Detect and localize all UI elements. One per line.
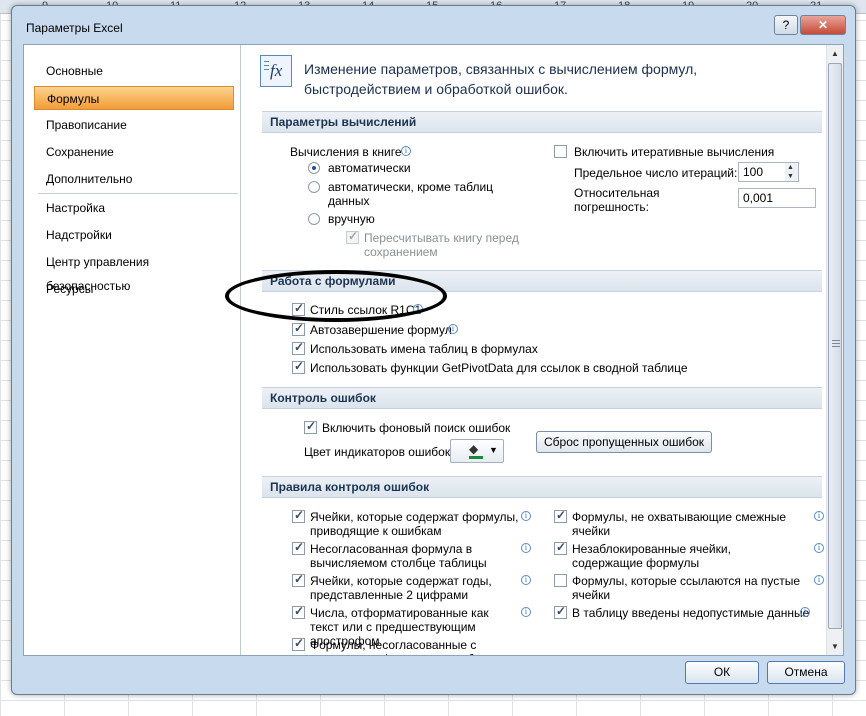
iterative-calc-checkbox[interactable] [554, 145, 567, 158]
background-error-checking-label[interactable]: Включить фоновый поиск ошибок [322, 421, 510, 435]
radio-automatic-label[interactable]: автоматически [328, 161, 411, 175]
radio-automatic-except-tables[interactable] [308, 181, 320, 193]
max-iterations-input[interactable]: 100 [738, 162, 786, 182]
info-icon: i [448, 324, 458, 334]
table-names-checkbox[interactable] [292, 340, 305, 355]
icon-line [264, 65, 269, 66]
annotation-ellipse [225, 270, 447, 322]
fx-glyph: fx [270, 61, 283, 80]
nav-item-addins[interactable]: Надстройки [34, 223, 234, 247]
info-icon: i [521, 543, 531, 553]
spin-up-icon[interactable]: ▲ [787, 164, 794, 171]
recalc-before-save-label[interactable]: Пересчитывать книгу перед сохранением [364, 231, 534, 259]
section-error-checking-rules: Правила контроля ошибок [262, 476, 822, 498]
reset-ignored-errors-button[interactable]: Сброс пропущенных ошибок [536, 431, 712, 453]
paint-bucket-icon: ◆ [469, 442, 479, 456]
scrollbar-thumb[interactable] [828, 63, 842, 629]
info-icon: i [521, 607, 531, 617]
formulas-page: fx Изменение параметров, связанных с выч… [250, 45, 824, 655]
nav-item-proofing[interactable]: Правописание [34, 113, 234, 137]
rule-checkbox[interactable] [554, 540, 567, 555]
rule-label[interactable]: Ячейки, которые содержат формулы, привод… [310, 510, 520, 538]
rule-label[interactable]: Формулы, которые ссылаются на пустые яче… [572, 574, 802, 602]
spin-down-icon[interactable]: ▼ [787, 173, 794, 180]
ok-button[interactable]: ОК [685, 661, 759, 684]
table-names-label[interactable]: Использовать имена таблиц в формулах [310, 342, 538, 356]
autocomplete-checkbox[interactable] [292, 321, 305, 336]
grip-line [832, 346, 840, 347]
radio-automatic[interactable] [308, 162, 320, 174]
cancel-button[interactable]: Отмена [767, 661, 845, 684]
color-swatch [469, 456, 483, 459]
scroll-up-icon[interactable]: ▲ [827, 45, 843, 62]
max-iterations-spinner[interactable]: ▲ ▼ [785, 162, 799, 182]
help-button[interactable]: ? [774, 15, 798, 35]
scroll-down-icon[interactable]: ▼ [827, 638, 843, 655]
nav-item-trust-center[interactable]: Центр управления безопасностью [34, 250, 234, 293]
radio-automatic-except-label[interactable]: автоматически, кроме таблиц данных [328, 180, 508, 208]
getpivotdata-checkbox[interactable] [292, 359, 305, 374]
iterative-calc-label[interactable]: Включить итеративные вычисления [574, 145, 774, 159]
grip-line [832, 340, 840, 341]
dialog-body: Основные Формулы Правописание Сохранение… [23, 44, 844, 656]
dialog-title: Параметры Excel [26, 21, 123, 35]
section-error-checking: Контроль ошибок [262, 387, 822, 409]
fx-formula-icon: fx [260, 55, 292, 87]
max-change-label: Относительная погрешность: [574, 186, 660, 214]
nav-item-resources[interactable]: Ресурсы [34, 277, 234, 301]
rule-checkbox[interactable] [292, 604, 305, 619]
nav-item-general[interactable]: Основные [34, 59, 234, 83]
rule-label[interactable]: Формулы, не охватывающие смежные ячейки [572, 510, 802, 538]
section-calculation: Параметры вычислений [262, 111, 822, 133]
info-icon: i [401, 146, 411, 156]
indicator-color-label: Цвет индикаторов ошибок: [304, 445, 454, 459]
grip-line [832, 343, 840, 344]
rule-checkbox[interactable] [554, 508, 567, 523]
options-nav: Основные Формулы Правописание Сохранение… [24, 45, 241, 655]
max-iterations-label: Предельное число итераций: [574, 166, 738, 180]
info-icon: i [814, 543, 824, 553]
radio-manual-label[interactable]: вручную [328, 212, 375, 226]
autocomplete-label[interactable]: Автозавершение формул [310, 323, 452, 337]
info-icon: i [521, 575, 531, 585]
chevron-down-icon: ▼ [489, 445, 498, 455]
rule-label[interactable]: Формулы, несогласованные с остальными фо… [310, 638, 520, 655]
rule-checkbox[interactable] [554, 604, 567, 619]
background-error-checking-checkbox[interactable] [304, 419, 317, 434]
nav-item-formulas[interactable]: Формулы [34, 86, 234, 110]
info-icon: i [814, 575, 824, 585]
workbook-calc-label: Вычисления в книге [290, 145, 402, 159]
rule-checkbox[interactable] [292, 540, 305, 555]
nav-item-customize[interactable]: Настройка [34, 196, 234, 220]
recalc-before-save-checkbox[interactable] [346, 229, 359, 244]
nav-item-save[interactable]: Сохранение [34, 140, 234, 164]
rule-checkbox[interactable] [554, 574, 567, 587]
radio-manual[interactable] [308, 213, 320, 225]
title-bar[interactable]: Параметры Excel ? ✕ [12, 6, 855, 44]
icon-line [264, 61, 269, 62]
icon-line [264, 69, 269, 70]
info-icon: i [521, 511, 531, 521]
info-icon: i [800, 607, 810, 617]
rule-label[interactable]: Несогласованная формула в вычисляемом ст… [310, 542, 520, 570]
vertical-scrollbar[interactable]: ▲ ▼ [826, 45, 843, 655]
getpivotdata-label[interactable]: Использовать функции GetPivotData для сс… [310, 361, 688, 375]
close-button[interactable]: ✕ [800, 15, 846, 35]
page-description: Изменение параметров, связанных с вычисл… [304, 61, 698, 97]
indicator-color-picker[interactable]: ◆ ▼ [450, 439, 504, 463]
rule-checkbox[interactable] [292, 508, 305, 523]
max-change-input[interactable]: 0,001 [738, 188, 816, 208]
info-icon: i [814, 511, 824, 521]
rule-label[interactable]: Ячейки, которые содержат годы, представл… [310, 574, 520, 602]
excel-options-dialog: Параметры Excel ? ✕ Основные Формулы Пра… [11, 5, 856, 695]
rule-label[interactable]: В таблицу введены недопустимые данные [572, 606, 809, 620]
nav-item-advanced[interactable]: Дополнительно [34, 167, 234, 191]
rule-label[interactable]: Незаблокированные ячейки, содержащие фор… [572, 542, 802, 570]
rule-checkbox[interactable] [292, 636, 305, 651]
nav-divider [38, 193, 238, 194]
rule-checkbox[interactable] [292, 572, 305, 587]
